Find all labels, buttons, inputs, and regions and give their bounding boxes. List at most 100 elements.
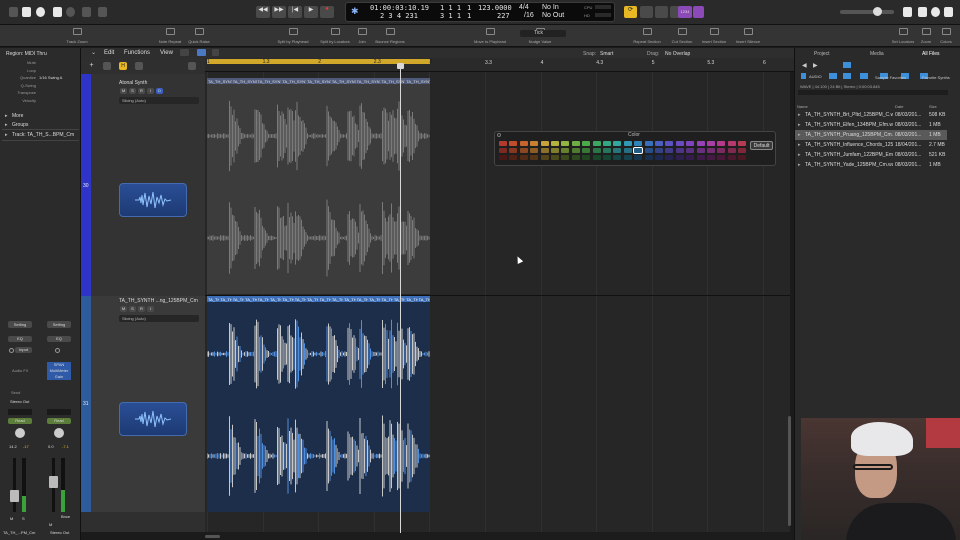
home-icon[interactable] [843, 62, 851, 68]
color-swatch[interactable] [675, 148, 684, 154]
color-swatch[interactable] [592, 155, 601, 161]
automation-read-button[interactable]: Read [47, 418, 71, 424]
pan-knob[interactable] [54, 428, 64, 438]
color-swatch[interactable] [509, 155, 518, 161]
replace-button[interactable] [640, 6, 653, 18]
region-inspector-header[interactable]: Region: MIDI Thru [6, 51, 47, 57]
more-disclosure[interactable]: More [12, 113, 23, 119]
link-icon[interactable] [197, 49, 206, 56]
color-swatch[interactable] [696, 155, 705, 161]
region-label[interactable]: TA_TH [381, 297, 392, 302]
file-row[interactable]: TA_TH_SYNTH_Influence_Chords_125... 18/04… [795, 140, 947, 150]
color-swatch[interactable] [727, 148, 736, 154]
color-swatch[interactable] [623, 155, 632, 161]
track-button-s[interactable]: S [129, 306, 136, 312]
region-label[interactable]: TA_TH_SYNT [332, 79, 356, 84]
region-label[interactable]: TA_TH [406, 297, 417, 302]
color-swatch[interactable] [530, 148, 539, 154]
back-icon[interactable]: ◀ [802, 62, 807, 69]
toolbar-item-label[interactable]: Track Zoom [55, 39, 99, 44]
region-label[interactable]: TA_TH [258, 297, 269, 302]
column-size[interactable]: Size [929, 104, 937, 109]
loop-browser-button[interactable] [931, 7, 940, 17]
color-swatch[interactable] [696, 148, 705, 154]
playhead[interactable] [400, 63, 401, 533]
color-swatch[interactable] [613, 148, 622, 154]
add-track-button[interactable]: + [87, 62, 96, 70]
tracks-collapse-icon[interactable]: ⌄ [91, 49, 96, 56]
toolbar-item-icon[interactable] [195, 28, 204, 35]
nudge-value-field[interactable]: Tick [520, 30, 566, 37]
input-link-icon[interactable] [9, 348, 14, 353]
region-label[interactable]: TA_TH_SYNT [233, 79, 257, 84]
snap-select[interactable]: Smart [600, 51, 613, 57]
color-swatch[interactable] [519, 148, 528, 154]
color-swatch[interactable] [655, 148, 663, 154]
browser-tab-all-files[interactable]: All Files [922, 51, 940, 57]
region-label[interactable]: TA_TH [320, 297, 331, 302]
toolbar-item-icon[interactable] [678, 28, 687, 35]
toolbar-item-label[interactable]: Split by Playhead [271, 39, 315, 44]
region-label[interactable]: TA_TH [307, 297, 318, 302]
color-swatch[interactable] [582, 155, 591, 161]
color-swatch[interactable] [738, 155, 747, 161]
group-slot[interactable] [8, 409, 32, 415]
region-label[interactable]: TA_TH [270, 297, 281, 302]
color-swatch[interactable] [675, 141, 684, 146]
group-slot[interactable] [47, 409, 71, 415]
region-label[interactable]: TA_TH [332, 297, 343, 302]
color-swatch[interactable] [571, 148, 580, 154]
region-label[interactable]: TA_TH_SYNT [357, 79, 381, 84]
file-row[interactable]: TA_TH_SYNTH_Elfen_134BPM_Efm.wav 08/03/20… [795, 120, 947, 130]
audio-fx-label[interactable]: Audio FX [12, 368, 28, 373]
groups-disclosure[interactable]: Groups [12, 122, 28, 128]
color-swatch[interactable] [717, 155, 726, 161]
region-label[interactable]: TA_TH_SYNT [381, 79, 405, 84]
color-swatch[interactable] [582, 148, 591, 154]
play-icon[interactable]: ▸ [798, 162, 801, 168]
color-swatch[interactable] [551, 148, 559, 154]
folder-icon[interactable] [843, 73, 851, 79]
playhead-handle[interactable] [397, 63, 404, 69]
quick-help-button[interactable] [36, 7, 45, 17]
color-swatch[interactable] [644, 155, 653, 161]
view-menu[interactable]: View [160, 50, 173, 56]
color-swatch[interactable] [519, 155, 528, 161]
tempo-display[interactable]: 123.0000 [478, 4, 512, 12]
tuner-button[interactable] [655, 6, 668, 18]
region-label[interactable]: TA_TH [245, 297, 256, 302]
color-swatch[interactable] [717, 148, 726, 154]
file-row[interactable]: TA_TH_SYNTH_Pruang_125BPM_Cm.wav 08/03/20… [795, 130, 947, 140]
track-name[interactable]: Atonal Synth [119, 80, 147, 86]
file-row[interactable]: TA_TH_SYNTH_Jumfam_122BPM_Em.wav08/03/20… [795, 150, 947, 160]
color-swatch[interactable] [686, 148, 695, 154]
region-label[interactable]: TA_TH [208, 297, 219, 302]
track-button-s[interactable]: S [129, 88, 136, 94]
browsers-button[interactable] [944, 7, 953, 17]
color-swatch[interactable] [738, 141, 747, 146]
pan-knob[interactable] [15, 428, 25, 438]
edit-menu[interactable]: Edit [104, 50, 114, 56]
bounce-button[interactable]: Bnce [61, 514, 70, 519]
region-label[interactable]: TA_TH [220, 297, 231, 302]
play-icon[interactable]: ▸ [798, 142, 801, 148]
rewind-button[interactable]: ◀◀ [256, 6, 270, 18]
vertical-scrollbar-thumb[interactable] [788, 416, 791, 526]
division[interactable]: /16 [524, 12, 534, 19]
send-label[interactable]: Send [11, 390, 20, 395]
setting-button[interactable]: Setting [47, 321, 71, 328]
toolbar-item-icon[interactable] [899, 28, 908, 35]
default-color-button[interactable]: Default [750, 141, 773, 150]
color-swatch[interactable] [738, 148, 747, 154]
file-row[interactable]: TA_TH_SYNTH_Yade_125BPM_Cm.wav 08/03/201.… [795, 160, 947, 170]
toolbar-item-label[interactable]: Colors [924, 39, 960, 44]
region-label[interactable]: TA_TH [233, 297, 244, 302]
play-button[interactable]: ▶ [304, 6, 318, 18]
track-button-m[interactable]: M [120, 88, 127, 94]
color-swatch[interactable] [655, 155, 663, 161]
color-swatch[interactable] [727, 155, 736, 161]
toolbar-item-icon[interactable] [358, 28, 367, 35]
global-track-button[interactable] [103, 62, 111, 70]
color-swatch[interactable] [717, 141, 726, 146]
region-label[interactable]: TA_TH_SYNT [208, 79, 232, 84]
